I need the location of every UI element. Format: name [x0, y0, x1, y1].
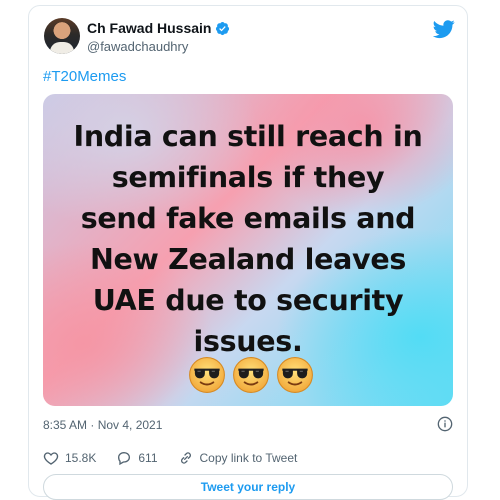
reply-icon [118, 451, 131, 466]
tweet-timestamp[interactable]: 8:35 AM · Nov 4, 2021 [43, 418, 162, 432]
sunglasses-emoji-icon [189, 357, 225, 393]
sunglasses-emoji-icon [277, 357, 313, 393]
link-icon [180, 452, 191, 464]
meme-line: UAE due to security [92, 284, 404, 317]
tweet-reply-button[interactable]: Tweet your reply [43, 474, 453, 500]
verified-badge-icon [216, 21, 230, 35]
meme-image[interactable]: India can still reach in semifinals if t… [43, 94, 453, 406]
author-name[interactable]: Ch Fawad Hussain [87, 20, 211, 36]
reply-count: 611 [138, 451, 158, 465]
hashtag-link[interactable]: #T20Memes [43, 68, 126, 85]
meme-text: India can still reach in semifinals if t… [43, 116, 453, 362]
copy-link-label: Copy link to Tweet [199, 451, 298, 465]
like-count: 15.8K [65, 451, 97, 465]
twitter-bird-icon[interactable] [433, 18, 455, 40]
author-handle[interactable]: @fawadchaudhry [87, 39, 188, 54]
meme-line: send fake emails and [80, 202, 416, 235]
meme-line: India can still reach in [73, 120, 423, 153]
sunglasses-emoji-icon [233, 357, 269, 393]
meme-line: New Zealand leaves [89, 243, 407, 276]
avatar[interactable] [44, 18, 80, 54]
meme-line: semifinals if they [111, 161, 385, 194]
heart-icon [43, 452, 59, 465]
emoji-row [188, 356, 314, 394]
tweet-card: Ch Fawad Hussain @fawadchaudhry #T20Meme… [28, 5, 468, 500]
reply-button[interactable]: 611 [116, 450, 158, 466]
copy-link-button[interactable]: Copy link to Tweet [178, 450, 298, 466]
like-button[interactable]: 15.8K [43, 450, 96, 466]
action-bar: 15.8K 611 Copy link to Tweet [43, 450, 317, 466]
author-line[interactable]: Ch Fawad Hussain [87, 20, 230, 36]
info-icon[interactable] [437, 416, 453, 432]
